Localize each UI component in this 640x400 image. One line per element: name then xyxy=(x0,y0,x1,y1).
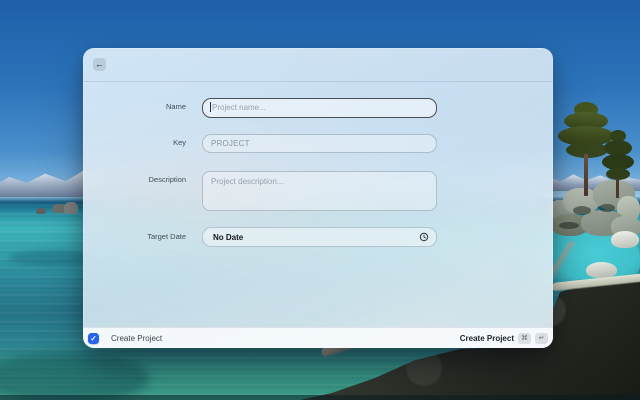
clock-icon xyxy=(419,232,429,242)
arrow-left-icon: ← xyxy=(95,59,104,69)
dialog-header: ← xyxy=(83,48,553,82)
target-date-row: Target Date No Date xyxy=(83,227,437,247)
rock-shadow xyxy=(573,206,591,215)
shore-rock xyxy=(36,208,46,214)
water-bottom-band xyxy=(0,395,640,400)
white-boulder xyxy=(611,231,639,248)
dialog-footer: ✓ Create Project Create Project ⌘ ↵ xyxy=(83,327,553,348)
target-date-label: Target Date xyxy=(147,232,186,241)
create-project-submit[interactable]: Create Project xyxy=(460,334,514,343)
text-caret xyxy=(210,102,211,112)
pine-tree-small xyxy=(602,130,634,198)
project-name-input[interactable] xyxy=(202,97,437,118)
desktop: ← Name Key Description Target Date xyxy=(0,0,640,400)
name-field-row: Name xyxy=(83,97,437,118)
rock-shadow xyxy=(599,204,615,212)
project-key-input[interactable] xyxy=(202,134,437,153)
shore-rock xyxy=(64,202,78,214)
create-project-dialog: ← Name Key Description Target Date xyxy=(83,48,553,348)
tree-trunk xyxy=(584,154,588,196)
tree-trunk xyxy=(616,178,619,198)
key-field-row: Key xyxy=(83,133,437,153)
target-date-picker[interactable]: No Date xyxy=(202,227,437,247)
description-field-row: Description xyxy=(83,171,437,216)
checkmark-icon: ✓ xyxy=(90,333,97,343)
checkbox-label: Create Project xyxy=(111,333,163,343)
description-label: Description xyxy=(148,175,186,184)
rock-shadow xyxy=(559,222,579,229)
project-description-input[interactable] xyxy=(202,171,437,211)
command-key-icon: ⌘ xyxy=(518,332,531,344)
back-button[interactable]: ← xyxy=(93,58,106,71)
create-project-checkbox[interactable]: ✓ xyxy=(88,332,99,344)
return-key-icon: ↵ xyxy=(535,332,548,344)
target-date-value: No Date xyxy=(213,232,244,242)
name-label: Name xyxy=(165,102,186,111)
key-label: Key xyxy=(173,138,186,147)
